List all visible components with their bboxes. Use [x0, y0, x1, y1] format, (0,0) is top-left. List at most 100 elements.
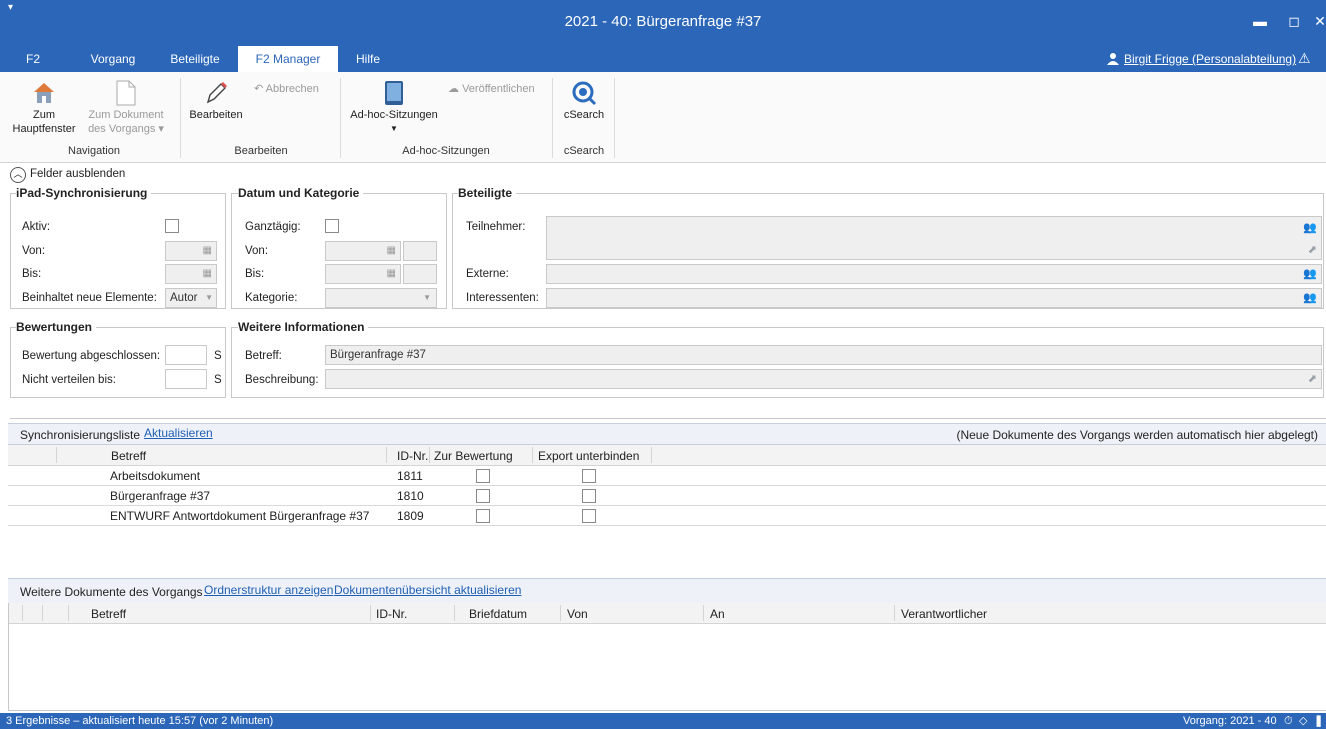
col-zur-bewertung[interactable]: Zur Bewertung [434, 449, 513, 463]
ordnerstruktur-link[interactable]: Ordnerstruktur anzeigen [204, 583, 333, 597]
window-title: 2021 - 40: Bürgeranfrage #37 [564, 13, 762, 30]
datum-bis-label: Bis: [245, 268, 265, 280]
abbrechen-button[interactable]: ↶ Abbrechen [254, 82, 330, 96]
tab-vorgang[interactable]: Vorgang [78, 46, 148, 72]
datum-von-time[interactable] [403, 241, 437, 261]
tab-hilfe[interactable]: Hilfe [348, 46, 388, 72]
col-id-nr[interactable]: ID-Nr. [376, 607, 407, 621]
aktiv-checkbox[interactable] [165, 219, 179, 233]
interessenten-field[interactable]: 👥 [546, 288, 1322, 308]
group-label-adhoc: Ad-hoc-Sitzungen [402, 145, 490, 157]
col-betreff[interactable]: Betreff [111, 449, 146, 463]
status-text: 3 Ergebnisse – aktualisiert heute 15:57 … [6, 715, 274, 727]
undo-icon: ↶ [254, 83, 266, 95]
calendar-icon[interactable]: ▦ [387, 265, 396, 283]
zum-hauptfenster-button[interactable]: Zum Hauptfenster [12, 80, 76, 136]
tab-f2[interactable]: F2 [18, 46, 48, 72]
user-link[interactable]: Birgit Frigge (Personalabteilung) [1124, 52, 1296, 66]
nicht-verteilen-field[interactable] [165, 369, 207, 389]
teilnehmer-field[interactable]: 👥 ⬈ [546, 216, 1322, 260]
zur-bewertung-checkbox[interactable] [476, 509, 490, 523]
row-betreff: ENTWURF Antwortdokument Bürgeranfrage #3… [110, 509, 370, 523]
tablet-icon [346, 80, 442, 108]
col-briefdatum[interactable]: Briefdatum [469, 607, 527, 621]
calendar-icon[interactable]: ▦ [203, 242, 212, 260]
timer-icon[interactable]: ⏱ [1284, 713, 1293, 729]
table-row[interactable]: Arbeitsdokument 1811 [8, 466, 1326, 486]
column-separator [56, 447, 57, 463]
calendar-icon[interactable]: ▦ [203, 265, 212, 283]
csearch-button[interactable]: cSearch [558, 80, 610, 122]
beschreibung-field[interactable]: ⬈ [325, 369, 1322, 389]
tab-f2-manager[interactable]: F2 Manager [238, 46, 338, 72]
tab-beteiligte[interactable]: Beteiligte [160, 46, 230, 72]
ipad-von-field[interactable]: ▦ [165, 241, 217, 261]
bearbeiten-label: Bearbeiten [189, 109, 243, 121]
group-label-navigation: Navigation [68, 145, 120, 157]
maximize-button[interactable]: ◻ [1282, 13, 1306, 30]
people-icon[interactable]: 👥 [1303, 219, 1317, 237]
kategorie-label: Kategorie: [245, 292, 298, 304]
table-row[interactable]: Bürgeranfrage #37 1810 [8, 486, 1326, 506]
zum-dokument-button[interactable]: Zum Dokument des Vorgangs ▾ [78, 80, 174, 136]
col-id-nr[interactable]: ID-Nr. [397, 449, 428, 463]
beinhaltet-select[interactable]: Autor ▼ [165, 288, 217, 308]
collapse-icon[interactable]: ︿ [10, 167, 26, 183]
row-betreff: Bürgeranfrage #37 [110, 489, 211, 503]
zum-dokument-label-1: Zum Dokument [88, 109, 164, 121]
close-button[interactable]: ✕ [1308, 13, 1326, 30]
nicht-verteilen-suffix: S [214, 374, 222, 386]
expand-icon[interactable]: ⬈ [1308, 241, 1317, 259]
col-verantwortlicher[interactable]: Verantwortlicher [901, 607, 987, 621]
felder-ausblenden-toggle[interactable]: Felder ausblenden [30, 168, 125, 180]
bearbeiten-button[interactable]: Bearbeiten [186, 80, 246, 122]
veroeffentlichen-button[interactable]: ☁ Veröffentlichen [448, 82, 548, 96]
zur-bewertung-checkbox[interactable] [476, 489, 490, 503]
dokumentenuebersicht-link[interactable]: Dokumentenübersicht aktualisieren [334, 583, 521, 597]
kategorie-select[interactable]: ▼ [325, 288, 437, 308]
betreff-label: Betreff: [245, 350, 282, 362]
export-unterbinden-checkbox[interactable] [582, 489, 596, 503]
interessenten-label: Interessenten: [466, 292, 539, 304]
export-unterbinden-checkbox[interactable] [582, 469, 596, 483]
ipad-bis-field[interactable]: ▦ [165, 264, 217, 284]
export-unterbinden-checkbox[interactable] [582, 509, 596, 523]
ribbon: Zum Hauptfenster Zum Dokument des Vorgan… [0, 72, 1326, 163]
tag-icon[interactable]: ◇ [1299, 713, 1307, 729]
abbrechen-label: Abbrechen [265, 83, 319, 95]
col-export-unterbinden[interactable]: Export unterbinden [538, 449, 639, 463]
ipad-bis-label: Bis: [22, 268, 42, 280]
datum-title: Datum und Kategorie [238, 186, 364, 200]
aktualisieren-link[interactable]: Aktualisieren [144, 426, 213, 440]
sync-list-header: Synchronisierungsliste Aktualisieren (Ne… [8, 423, 1326, 445]
zum-hauptfenster-label-2: Hauptfenster [12, 123, 76, 135]
quick-access-icon[interactable]: ▾ [8, 2, 13, 13]
status-bar: 3 Ergebnisse – aktualisiert heute 15:57 … [0, 713, 1326, 729]
betreff-field[interactable]: Bürgeranfrage #37 [325, 345, 1322, 365]
beinhaltet-label: Beinhaltet neue Elemente: [22, 292, 157, 304]
bewertung-abgeschlossen-field[interactable] [165, 345, 207, 365]
beteiligte-title: Beteiligte [458, 186, 517, 200]
ribbon-separator [614, 78, 615, 158]
col-von[interactable]: Von [567, 607, 588, 621]
datum-von-date[interactable]: ▦ [325, 241, 401, 261]
calendar-icon[interactable]: ▦ [387, 242, 396, 260]
people-icon[interactable]: 👥 [1303, 289, 1317, 307]
adhoc-sitzungen-button[interactable]: Ad-hoc-Sitzungen ▼ [346, 80, 442, 136]
column-separator [532, 447, 533, 463]
list-border [8, 603, 9, 711]
col-an[interactable]: An [710, 607, 725, 621]
expand-icon[interactable]: ⬈ [1308, 370, 1317, 388]
table-row[interactable]: ENTWURF Antwortdokument Bürgeranfrage #3… [8, 506, 1326, 526]
externe-field[interactable]: 👥 [546, 264, 1322, 284]
column-separator [429, 447, 430, 463]
pause-icon[interactable]: ❚ [1314, 713, 1323, 729]
zur-bewertung-checkbox[interactable] [476, 469, 490, 483]
datum-bis-date[interactable]: ▦ [325, 264, 401, 284]
col-betreff[interactable]: Betreff [91, 607, 126, 621]
datum-bis-time[interactable] [403, 264, 437, 284]
ganztaegig-checkbox[interactable] [325, 219, 339, 233]
people-icon[interactable]: 👥 [1303, 265, 1317, 283]
minimize-button[interactable]: ▬ [1248, 13, 1272, 29]
warning-icon[interactable]: ⚠ [1298, 50, 1311, 67]
